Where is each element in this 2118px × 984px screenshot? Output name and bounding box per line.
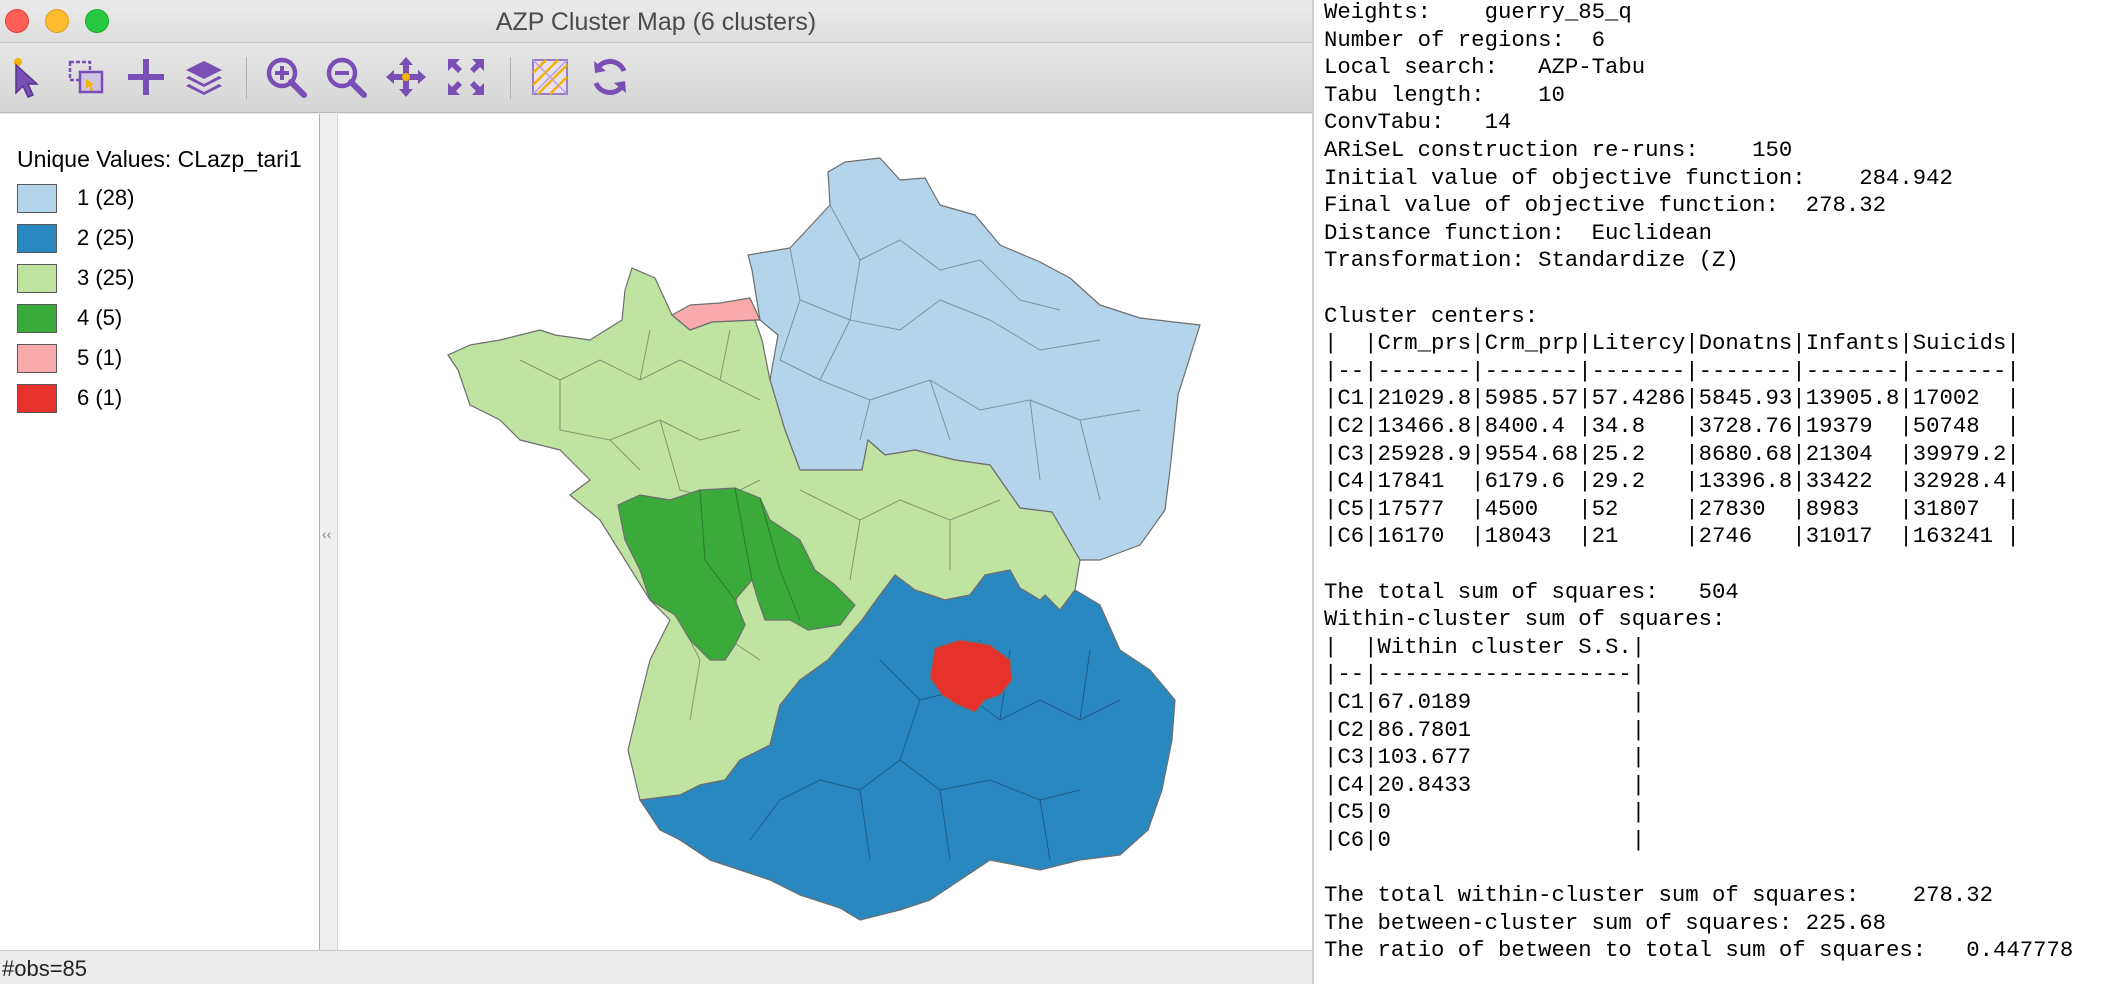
map-toolbar	[0, 43, 1312, 113]
report-line: |--|-------|-------|-------|-------|----…	[1324, 357, 2020, 384]
zoom-in-button[interactable]	[262, 53, 310, 101]
report-line: Tabu length: 10	[1324, 81, 1565, 108]
basemap-button[interactable]	[526, 53, 574, 101]
toolbar-separator	[246, 57, 247, 99]
legend-swatch[interactable]	[17, 264, 57, 293]
pan-button[interactable]	[382, 53, 430, 101]
report-line: |C3|103.677 |	[1324, 744, 1646, 771]
legend-title: Unique Values: CLazp_tari1	[17, 146, 302, 172]
report-line: |C6|16170 |18043 |21 |2746 |31017 |16324…	[1324, 523, 2020, 550]
zoom-out-icon	[326, 57, 367, 98]
legend-swatch[interactable]	[17, 184, 57, 213]
report-line: The total within-cluster sum of squares:…	[1324, 882, 1994, 909]
report-line: Initial value of objective function: 284…	[1324, 164, 1953, 191]
legend-item[interactable]: 6 (1)	[17, 384, 307, 416]
cluster-map-canvas[interactable]	[338, 114, 1312, 950]
report-line: |C3|25928.9|9554.68|25.2 |8680.68|21304 …	[1324, 440, 2020, 467]
legend-item[interactable]: 4 (5)	[17, 304, 307, 336]
legend-item[interactable]: 5 (1)	[17, 344, 307, 376]
status-bar: #obs=85	[0, 950, 1312, 984]
report-line: |C5|17577 |4500 |52 |27830 |8983 |31807 …	[1324, 495, 2020, 522]
report-line: | |Within cluster S.S.|	[1324, 633, 1646, 660]
report-line: |C2|86.7801 |	[1324, 716, 1646, 743]
legend-item[interactable]: 3 (25)	[17, 264, 307, 296]
report-line: |C4|17841 |6179.6 |29.2 |13396.8|33422 |…	[1324, 468, 2020, 495]
add-button[interactable]	[122, 53, 170, 101]
report-line: Transformation: Standardize (Z)	[1324, 247, 1739, 274]
legend-item[interactable]: 1 (28)	[17, 184, 307, 216]
report-line: Local search: AZP-Tabu	[1324, 54, 1646, 81]
basemap-icon	[532, 59, 568, 95]
report-line: Distance function: Euclidean	[1324, 219, 1713, 246]
legend-label: 4 (5)	[77, 305, 123, 330]
cluster-report-panel[interactable]: Weights: guerry_85_q Number of regions: 6…	[1312, 0, 2118, 984]
report-line: | |Crm_prs|Crm_prp|Litercy|Donatns|Infan…	[1324, 330, 2020, 357]
report-line: The total sum of squares: 504	[1324, 578, 1739, 605]
report-line: |C6|0 |	[1324, 827, 1646, 853]
refresh-button[interactable]	[586, 53, 634, 101]
report-line: |C2|13466.8|8400.4 |34.8 |3728.76|19379 …	[1324, 413, 2020, 439]
toolbar-separator	[510, 57, 511, 99]
refresh-icon	[593, 58, 627, 96]
fit-to-window-icon	[448, 59, 484, 95]
selection-shape-icon	[68, 60, 104, 94]
window-titlebar[interactable]: AZP Cluster Map (6 clusters)	[0, 0, 1312, 43]
legend-swatch[interactable]	[17, 344, 57, 373]
legend-swatch[interactable]	[17, 304, 57, 333]
report-line: Within-cluster sum of squares:	[1324, 606, 1726, 633]
splitter-grip-icon[interactable]: ‹‹	[322, 526, 331, 542]
add-icon	[128, 59, 164, 95]
map-content-area: Unique Values: CLazp_tari1 1 (28) 2 (25)…	[0, 114, 1312, 950]
report-line: ARiSeL construction re-runs: 150	[1324, 137, 1793, 163]
select-icon	[14, 58, 39, 98]
layers-button[interactable]	[180, 53, 228, 101]
zoom-in-icon	[266, 57, 307, 98]
legend-panel[interactable]: Unique Values: CLazp_tari1 1 (28) 2 (25)…	[0, 114, 320, 950]
legend-label: 3 (25)	[77, 265, 135, 290]
report-line: The between-cluster sum of squares: 225.…	[1324, 909, 1886, 936]
select-tool-button[interactable]	[2, 53, 50, 101]
legend-label: 5 (1)	[77, 345, 123, 370]
fit-to-window-button[interactable]	[442, 53, 490, 101]
report-line: |C1|21029.8|5985.57|57.4286|5845.93|1390…	[1324, 385, 2020, 412]
report-line: |C4|20.8433 |	[1324, 771, 1646, 798]
report-line: |--|-------------------|	[1324, 661, 1646, 688]
legend-swatch[interactable]	[17, 384, 57, 413]
selection-shape-button[interactable]	[62, 53, 110, 101]
legend-label: 1 (28)	[77, 185, 135, 210]
report-line: Cluster centers:	[1324, 302, 1539, 329]
window-title: AZP Cluster Map (6 clusters)	[495, 8, 817, 36]
legend-item[interactable]: 2 (25)	[17, 224, 307, 256]
report-line: Final value of objective function: 278.3…	[1324, 192, 1886, 219]
report-line: |C1|67.0189 |	[1324, 689, 1646, 715]
obs-count: #obs=85	[2, 956, 88, 981]
report-line: The ratio of between to total sum of squ…	[1324, 937, 2074, 964]
legend-swatch[interactable]	[17, 224, 57, 253]
pan-icon	[386, 57, 426, 97]
france-cluster-map[interactable]	[338, 114, 1312, 950]
report-line: ConvTabu: 14	[1324, 109, 1512, 136]
cluster-map-window: AZP Cluster Map (6 clusters) Unique Valu…	[0, 0, 1312, 984]
legend-label: 2 (25)	[77, 225, 135, 250]
legend-label: 6 (1)	[77, 385, 123, 410]
report-line: Weights: guerry_85_q	[1324, 0, 1632, 25]
report-line: |C5|0 |	[1324, 799, 1646, 826]
zoom-out-button[interactable]	[322, 53, 370, 101]
report-line: Number of regions: 6	[1324, 26, 1605, 53]
layers-icon	[186, 61, 222, 95]
